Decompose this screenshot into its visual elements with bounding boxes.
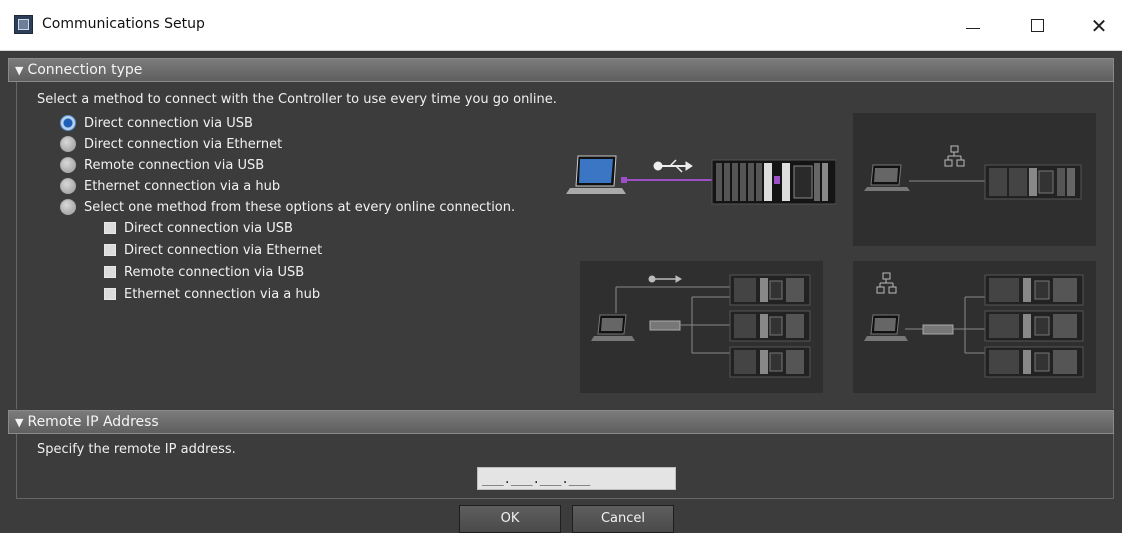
maximize-button[interactable] xyxy=(1012,0,1062,51)
usb-icon xyxy=(648,275,682,283)
laptop-icon xyxy=(591,314,635,341)
collapse-triangle-icon: ▼ xyxy=(15,416,24,429)
title-bar: Communications Setup ✕ xyxy=(0,0,1122,51)
collapse-triangle-icon: ▼ xyxy=(15,64,24,77)
minimize-icon xyxy=(966,28,980,29)
radio-button[interactable] xyxy=(60,178,76,194)
connection-type-header[interactable]: ▼ Connection type xyxy=(8,58,1114,82)
ok-button[interactable]: OK xyxy=(459,505,561,533)
checkbox-direct-usb[interactable]: Direct connection via USB xyxy=(104,218,293,238)
radio-button[interactable] xyxy=(60,199,76,215)
checkbox-direct-ethernet[interactable]: Direct connection via Ethernet xyxy=(104,240,322,260)
window-title: Communications Setup xyxy=(42,16,205,32)
checkbox[interactable] xyxy=(104,288,116,300)
network-icon xyxy=(944,145,965,167)
laptop-icon xyxy=(566,155,626,194)
checkbox[interactable] xyxy=(104,222,116,234)
minimize-button[interactable] xyxy=(948,0,998,51)
radio-button[interactable] xyxy=(60,115,76,131)
close-icon: ✕ xyxy=(1090,13,1108,38)
controller-icon xyxy=(711,159,836,205)
hub-icon xyxy=(649,320,681,331)
laptop-icon xyxy=(864,314,908,341)
laptop-icon xyxy=(864,164,910,191)
radio-button[interactable] xyxy=(60,136,76,152)
radio-button[interactable] xyxy=(60,157,76,173)
radio-remote-usb[interactable]: Remote connection via USB xyxy=(60,155,264,175)
radio-direct-ethernet[interactable]: Direct connection via Ethernet xyxy=(60,134,282,154)
checkbox[interactable] xyxy=(104,266,116,278)
remote-ip-instruction: Specify the remote IP address. xyxy=(37,442,236,457)
radio-select-each-time[interactable]: Select one method from these options at … xyxy=(60,197,515,217)
hub-icon xyxy=(922,324,954,335)
diagram-ethernet-hub xyxy=(853,261,1096,393)
diagram-remote-usb xyxy=(580,261,823,393)
connection-instruction: Select a method to connect with the Cont… xyxy=(37,92,557,107)
controller-icon xyxy=(729,274,811,378)
maximize-icon xyxy=(1030,19,1044,32)
app-icon xyxy=(14,15,33,34)
network-icon xyxy=(876,272,897,294)
diagram-direct-usb xyxy=(566,155,836,205)
diagram-direct-ethernet xyxy=(853,113,1096,246)
checkbox-ethernet-hub[interactable]: Ethernet connection via a hub xyxy=(104,284,320,304)
cancel-button[interactable]: Cancel xyxy=(572,505,674,533)
close-button[interactable]: ✕ xyxy=(1074,0,1122,51)
checkbox-remote-usb[interactable]: Remote connection via USB xyxy=(104,262,304,282)
checkbox[interactable] xyxy=(104,244,116,256)
controller-icon xyxy=(984,274,1084,378)
controller-icon xyxy=(984,164,1082,200)
remote-ip-header[interactable]: ▼ Remote IP Address xyxy=(8,410,1114,434)
divider xyxy=(16,498,1114,499)
ip-address-input[interactable]: ___.___.___.___ xyxy=(477,467,676,490)
usb-icon xyxy=(653,159,693,173)
radio-direct-usb[interactable]: Direct connection via USB xyxy=(60,113,253,133)
radio-ethernet-hub[interactable]: Ethernet connection via a hub xyxy=(60,176,280,196)
